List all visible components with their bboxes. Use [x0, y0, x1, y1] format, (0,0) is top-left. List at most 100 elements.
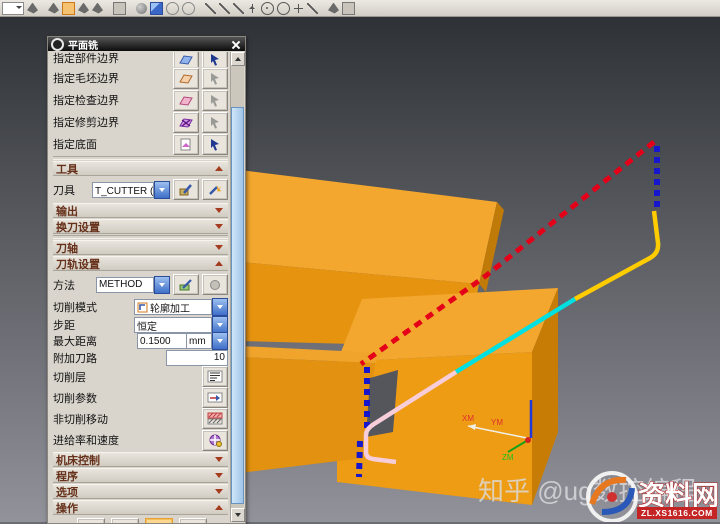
line2-tool-icon[interactable] [219, 3, 230, 14]
section-tool-axis[interactable]: 刀轴 [53, 240, 228, 255]
additional-passes-input[interactable]: 10 [166, 350, 228, 366]
line-tool-icon[interactable] [205, 3, 216, 14]
view-combo-dropdown[interactable] [2, 2, 24, 15]
row-specify-trim-boundary[interactable]: 指定修剪边界 [53, 111, 228, 133]
row-specify-check-boundary[interactable]: 指定检查边界 [53, 89, 228, 111]
cut-mode-combo[interactable]: 轮廓加工 [134, 298, 228, 316]
section-path-settings[interactable]: 刀轨设置 [53, 256, 228, 271]
chevron-down-icon[interactable] [212, 298, 228, 316]
spline-tool-icon[interactable] [233, 3, 244, 14]
unit-combo[interactable]: mm [187, 332, 228, 350]
select-floor-icon[interactable] [202, 134, 228, 155]
select-part-boundary-icon[interactable] [202, 52, 228, 67]
new-tool-icon[interactable] [202, 179, 228, 200]
section-output-label: 输出 [56, 203, 215, 219]
rect-bound-icon[interactable] [113, 2, 126, 15]
plus-tool-icon[interactable] [293, 3, 304, 14]
method-combo[interactable]: METHOD [96, 276, 170, 294]
method-value: METHOD [96, 277, 154, 293]
list-toolpath-button[interactable] [179, 518, 207, 523]
rotate-cw-icon[interactable] [166, 2, 179, 15]
feeds-speeds-icon[interactable] [202, 430, 228, 451]
section-machine-control[interactable]: 机床控制 [53, 452, 228, 467]
rotate-view-icon[interactable] [48, 3, 59, 14]
scrollbar-thumb[interactable] [231, 107, 244, 504]
blank-boundary-icon[interactable] [173, 68, 199, 89]
chevron-down-icon [215, 473, 223, 482]
orbit-left-icon[interactable] [78, 3, 89, 14]
tool-label: 刀具 [53, 182, 92, 198]
section-toolchange[interactable]: 换刀设置 [53, 219, 228, 234]
row-additional-passes: 附加刀路 10 [53, 349, 228, 366]
non-cutting-moves-icon[interactable] [202, 408, 228, 429]
chevron-down-icon[interactable] [212, 332, 228, 350]
scroll-up-icon[interactable] [231, 52, 245, 66]
section-output[interactable]: 输出 [53, 203, 228, 218]
chevron-up-icon [215, 501, 223, 510]
edit-method-icon[interactable] [173, 274, 199, 295]
sphere-tool-icon[interactable] [136, 3, 147, 14]
shaded-cube-icon[interactable] [150, 2, 163, 15]
chevron-down-icon[interactable] [154, 181, 170, 199]
section-toolchange-label: 换刀设置 [56, 219, 215, 235]
scroll-down-icon[interactable] [231, 508, 245, 522]
cut-pattern-icon [137, 302, 148, 313]
row-cut-mode: 切削模式 轮廓加工 [53, 297, 228, 317]
section-tool-label: 工具 [56, 161, 215, 177]
select-trim-boundary-icon[interactable] [202, 112, 228, 133]
pan-view-icon[interactable] [27, 3, 38, 14]
row-specify-part-boundary[interactable]: 指定部件边界 [53, 52, 228, 67]
close-icon[interactable] [230, 39, 242, 50]
ziliao-logo-text: 资料网 [638, 481, 719, 511]
select-check-boundary-icon[interactable] [202, 90, 228, 111]
new-method-icon[interactable] [202, 274, 228, 295]
replay-toolpath-button[interactable] [111, 518, 139, 523]
edit-tool-icon[interactable] [173, 179, 199, 200]
cutting-parameters-icon[interactable] [202, 387, 228, 408]
select-blank-boundary-icon[interactable] [202, 68, 228, 89]
verify-toolpath-button[interactable] [145, 518, 173, 523]
section-tool-axis-label: 刀轴 [56, 240, 215, 256]
arrow-up-icon[interactable] [247, 3, 258, 14]
dialog-title-bar[interactable]: 平面铣 [48, 37, 245, 51]
cut-levels-label: 切削层 [53, 369, 199, 385]
section-tool[interactable]: 工具 [53, 161, 228, 176]
row-specify-blank-boundary[interactable]: 指定毛坯边界 [53, 67, 228, 89]
floor-face-icon[interactable] [173, 134, 199, 155]
row-tool: 刀具 T_CUTTER (铣 [53, 177, 228, 202]
rotate-ccw-icon[interactable] [182, 2, 195, 15]
orbit-right-icon[interactable] [92, 3, 103, 14]
face-tool-icon[interactable] [328, 3, 339, 14]
snap-highlight-icon[interactable] [62, 2, 75, 15]
stepover-value: 恒定 [134, 317, 212, 333]
section-options[interactable]: 选项 [53, 484, 228, 499]
row-non-cutting-moves: 非切削移动 [53, 408, 228, 429]
dialog-title: 平面铣 [68, 37, 230, 52]
section-path-settings-label: 刀轨设置 [56, 256, 215, 272]
part-boundary-icon[interactable] [173, 52, 199, 67]
row-label: 指定毛坯边界 [53, 70, 170, 86]
chevron-down-icon [215, 457, 223, 466]
circle-tool-icon[interactable] [277, 2, 290, 15]
chevron-down-icon [215, 489, 223, 498]
max-distance-label: 最大距离 [53, 333, 137, 349]
row-specify-floor[interactable]: 指定底面 [53, 133, 228, 155]
section-program[interactable]: 程序 [53, 468, 228, 483]
dialog-scrollbar[interactable] [230, 52, 244, 522]
trim-boundary-icon[interactable] [173, 112, 199, 133]
circle-center-icon[interactable] [261, 2, 274, 15]
section-actions[interactable]: 操作 [53, 500, 228, 515]
tool-combo[interactable]: T_CUTTER (铣 [92, 181, 170, 199]
clipboard-icon[interactable] [342, 2, 355, 15]
method-label: 方法 [53, 277, 96, 293]
check-boundary-icon[interactable] [173, 90, 199, 111]
top-toolbar [0, 0, 720, 17]
generate-toolpath-button[interactable] [77, 518, 105, 523]
ziliao-logo [588, 473, 636, 521]
chevron-up-icon [215, 162, 223, 171]
chevron-down-icon[interactable] [154, 276, 170, 294]
slash-tool-icon[interactable] [307, 3, 318, 14]
max-distance-input[interactable]: 0.1500 [137, 333, 187, 349]
cut-levels-icon[interactable] [202, 366, 228, 387]
section-program-label: 程序 [56, 468, 215, 484]
